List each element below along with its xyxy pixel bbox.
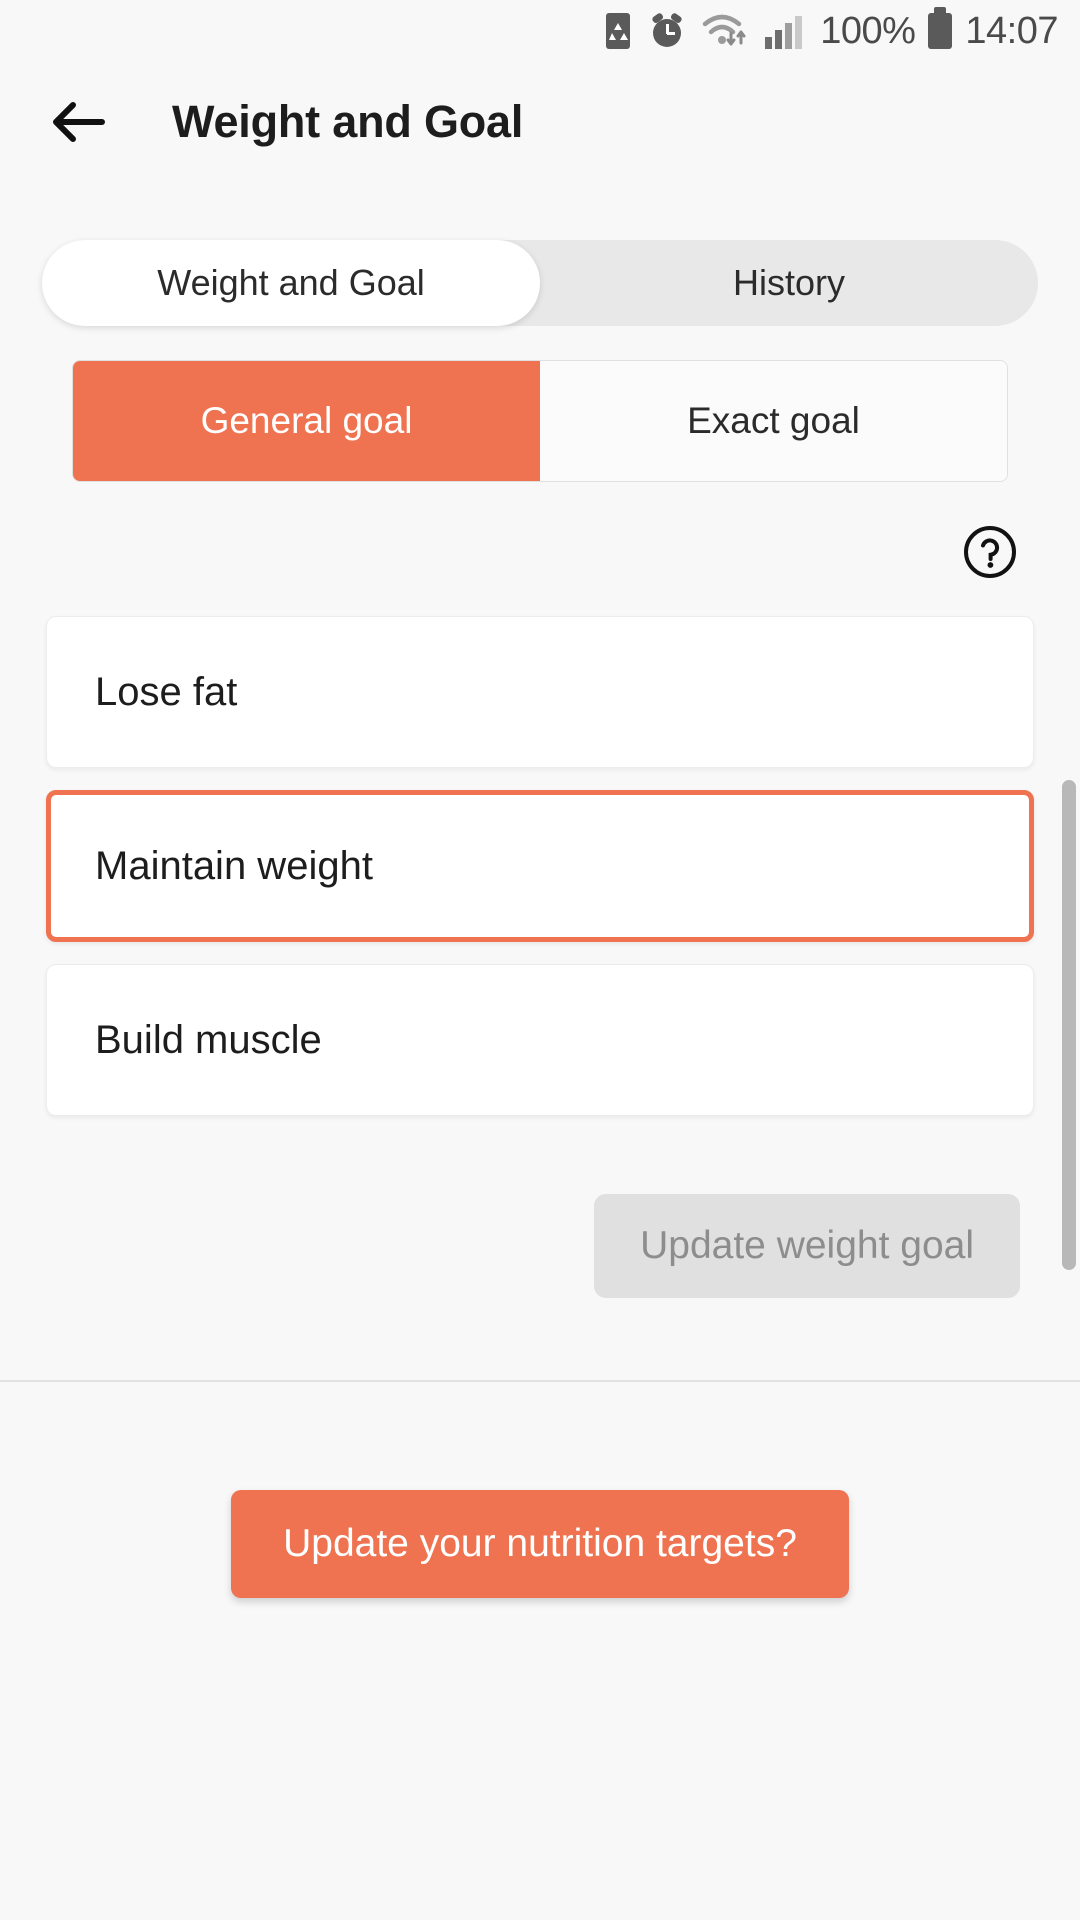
goal-type-segmented-control: General goal Exact goal bbox=[72, 360, 1008, 482]
goal-option-maintain-weight[interactable]: Maintain weight bbox=[46, 790, 1034, 942]
app-bar: Weight and Goal bbox=[0, 62, 1080, 182]
signal-icon bbox=[763, 11, 807, 51]
segment-general-goal-label: General goal bbox=[200, 400, 413, 441]
clock-label: 14:07 bbox=[965, 9, 1058, 52]
cta-row: Update your nutrition targets? bbox=[0, 1382, 1080, 1598]
update-button-row: Update weight goal bbox=[0, 1116, 1080, 1298]
update-weight-goal-button-label: Update weight goal bbox=[640, 1224, 974, 1267]
goal-option-build-muscle[interactable]: Build muscle bbox=[46, 964, 1034, 1116]
tab-weight-and-goal-label: Weight and Goal bbox=[157, 262, 425, 303]
update-weight-goal-button[interactable]: Update weight goal bbox=[594, 1194, 1020, 1298]
help-row bbox=[0, 482, 1080, 580]
page-title: Weight and Goal bbox=[172, 96, 524, 147]
goal-option-lose-fat-label: Lose fat bbox=[95, 669, 238, 714]
tab-weight-and-goal[interactable]: Weight and Goal bbox=[42, 240, 540, 326]
status-bar: 100% 14:07 bbox=[0, 0, 1080, 62]
battery-icon bbox=[928, 7, 953, 49]
segment-general-goal[interactable]: General goal bbox=[73, 361, 540, 481]
alarm-icon bbox=[647, 11, 687, 51]
tab-history-label: History bbox=[732, 262, 845, 303]
help-circle-icon[interactable] bbox=[962, 524, 1018, 580]
app-screen: 100% 14:07 Weight and Goal Weight and Go… bbox=[0, 0, 1080, 1920]
goal-option-maintain-weight-label: Maintain weight bbox=[95, 843, 373, 888]
vertical-scrollbar[interactable] bbox=[1062, 780, 1076, 1270]
segment-exact-goal-label: Exact goal bbox=[687, 400, 860, 441]
update-nutrition-targets-button[interactable]: Update your nutrition targets? bbox=[231, 1489, 849, 1598]
tab-bar: Weight and Goal History bbox=[42, 240, 1038, 326]
goal-options-list: Lose fat Maintain weight Build muscle bbox=[46, 616, 1034, 1116]
back-arrow-icon[interactable] bbox=[48, 91, 110, 153]
recycle-doc-icon bbox=[602, 11, 634, 51]
goal-option-build-muscle-label: Build muscle bbox=[95, 1017, 322, 1062]
wifi-icon bbox=[700, 11, 750, 51]
tab-history[interactable]: History bbox=[540, 240, 1038, 326]
goal-option-lose-fat[interactable]: Lose fat bbox=[46, 616, 1034, 768]
battery-percent-label: 100% bbox=[820, 9, 916, 52]
update-nutrition-targets-button-label: Update your nutrition targets? bbox=[283, 1521, 797, 1565]
segment-exact-goal[interactable]: Exact goal bbox=[540, 361, 1007, 481]
